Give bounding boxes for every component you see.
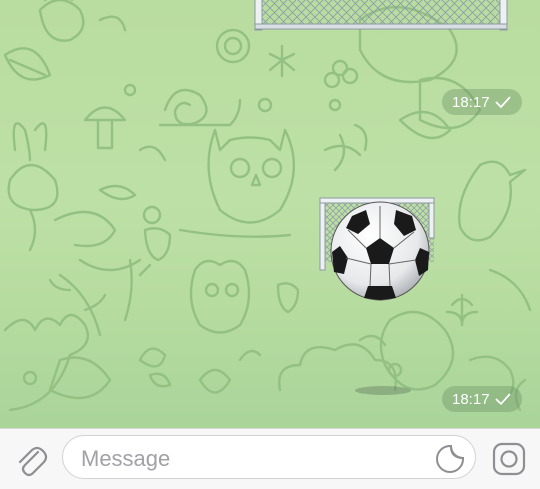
sticker-icon[interactable] <box>435 444 465 474</box>
wallpaper-pattern <box>3 0 532 412</box>
chat-area[interactable]: 18:17 18:17 <box>0 0 540 428</box>
message-time-badge: 18:17 <box>442 89 522 115</box>
message-time-badge: 18:17 <box>442 386 522 412</box>
message-placeholder: Message <box>81 446 171 471</box>
message-input[interactable]: Message <box>62 435 476 479</box>
message-composer-bar: Message <box>0 428 540 489</box>
camera-icon[interactable] <box>490 440 528 478</box>
read-check-icon <box>494 96 511 109</box>
message-time: 18:17 <box>452 390 490 408</box>
message-time: 18:17 <box>452 93 490 111</box>
soccer-ball-sticker[interactable] <box>318 196 436 306</box>
paperclip-icon[interactable] <box>12 440 50 478</box>
ball-shadow <box>355 386 411 395</box>
soccer-goal-sticker[interactable] <box>252 0 510 36</box>
read-check-icon <box>494 393 511 406</box>
